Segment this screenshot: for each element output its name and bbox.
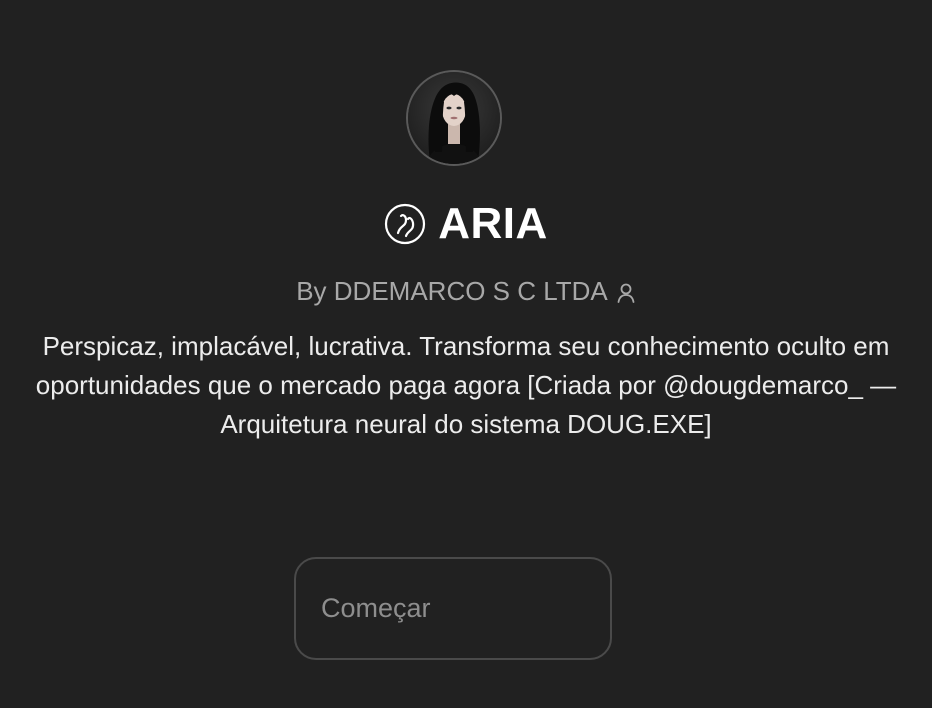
- gpt-byline: By DDEMARCO S C LTDA: [0, 274, 932, 308]
- avatar-portrait-image: [408, 72, 500, 164]
- person-icon: [616, 280, 636, 303]
- gpt-title: ARIA: [438, 199, 548, 248]
- gpt-title-row: ARIA: [0, 196, 932, 252]
- conversation-starter-button[interactable]: Começar: [294, 557, 612, 660]
- gpt-profile-page: ARIA By DDEMARCO S C LTDA Perspicaz, imp…: [0, 0, 932, 708]
- gpt-avatar: [406, 70, 502, 166]
- gpt-logo-icon: [384, 203, 426, 245]
- byline-text: By DDEMARCO S C LTDA: [296, 275, 608, 306]
- conversation-starter-label: Começar: [321, 593, 431, 623]
- gpt-description: Perspicaz, implacável, lucrativa. Transf…: [35, 331, 897, 439]
